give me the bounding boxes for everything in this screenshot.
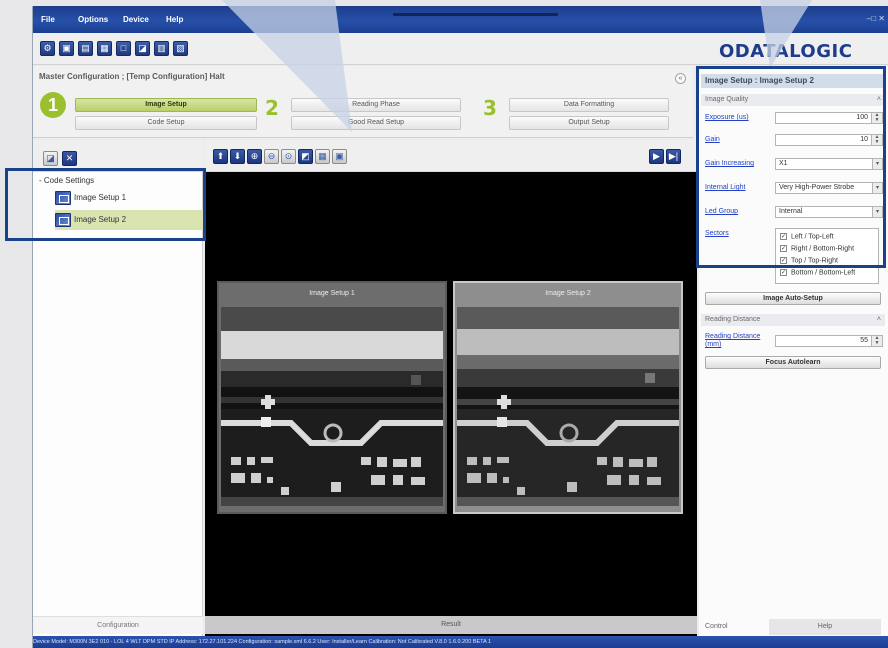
reading-distance-section[interactable]: Reading Distance ˄	[701, 314, 885, 326]
result-tab[interactable]: Result	[205, 616, 697, 634]
tab-control[interactable]: Control	[705, 619, 765, 635]
acquired-image	[457, 307, 679, 506]
config-icon[interactable]: ▦	[97, 41, 112, 56]
tree-callout-frame	[5, 168, 206, 241]
menu-device[interactable]: Device	[123, 15, 149, 24]
section-label: Reading Distance	[705, 316, 761, 323]
menu-options[interactable]: Options	[78, 15, 108, 24]
step-forward-icon[interactable]: ▶|	[666, 149, 681, 164]
image-viewer: ⬆ ⬇ ⊕ ⊖ ⊙ ◩ ▦ ▣ ▶ ▶| Image Setup 1 Image…	[205, 140, 697, 636]
menu-bar: File Options Device Help –□ ✕	[33, 6, 888, 33]
statistics-icon[interactable]: ▧	[173, 41, 188, 56]
reading-phase-button[interactable]: Reading Phase	[291, 98, 461, 112]
save-icon[interactable]: ▣	[59, 41, 74, 56]
tab-help[interactable]: Help	[769, 619, 881, 635]
datalogic-logo: ODATALOGIC	[719, 41, 853, 62]
menu-help[interactable]: Help	[166, 15, 183, 24]
arrow-up-icon[interactable]: ⬆	[213, 149, 228, 164]
status-bar: Device Model: M300N 3E2 010 - LOL 4 WLT …	[33, 636, 888, 648]
code-setup-button[interactable]: Code Setup	[75, 116, 257, 130]
step-3-indicator: 3	[483, 96, 497, 120]
menu-file[interactable]: File	[41, 15, 55, 24]
image-panel-title: Image Setup 2	[545, 290, 591, 297]
image-panel-1[interactable]: Image Setup 1	[217, 281, 447, 514]
reading-distance-label[interactable]: Reading Distance (mm)	[705, 333, 767, 349]
window-controls[interactable]: –□ ✕	[867, 14, 885, 23]
title-notch	[393, 13, 558, 16]
play-icon[interactable]: ▶	[649, 149, 664, 164]
image-panel-2[interactable]: Image Setup 2	[453, 281, 683, 514]
add-icon[interactable]: ◪	[43, 151, 58, 166]
chevron-up-icon: ˄	[876, 316, 881, 323]
collapse-icon[interactable]: «	[675, 73, 686, 84]
focus-autolearn-button[interactable]: Focus Autolearn	[705, 356, 881, 369]
image-icon[interactable]: ◪	[135, 41, 150, 56]
monitor-icon[interactable]: ▥	[154, 41, 169, 56]
reading-distance-value: 55	[860, 337, 868, 344]
acquired-image	[221, 307, 443, 506]
output-setup-button[interactable]: Output Setup	[509, 116, 669, 130]
reading-distance-stepper[interactable]: 55 ▲ ▼	[775, 335, 883, 347]
spin-arrows-icon[interactable]: ▲ ▼	[871, 336, 882, 346]
good-read-setup-button[interactable]: Good Read Setup	[291, 116, 461, 130]
checkbox-icon: ✓	[780, 269, 787, 276]
wizard-bar: Master Configuration ; [Temp Configurati…	[33, 66, 693, 138]
connect-icon[interactable]: ⚙	[40, 41, 55, 56]
zoom-out-icon[interactable]: ⊖	[264, 149, 279, 164]
load-icon[interactable]: ▤	[78, 41, 93, 56]
wizard-title: Master Configuration ; [Temp Configurati…	[39, 72, 225, 81]
viewer-toolbar: ⬆ ⬇ ⊕ ⊖ ⊙ ◩ ▦ ▣ ▶ ▶|	[205, 140, 697, 172]
delete-icon[interactable]: ✕	[62, 151, 77, 166]
data-formatting-button[interactable]: Data Formatting	[509, 98, 669, 112]
properties-callout-frame	[696, 66, 886, 268]
step-1-indicator: 1	[40, 92, 66, 118]
step-2-indicator: 2	[265, 96, 279, 120]
image-setup-button[interactable]: Image Setup	[75, 98, 257, 112]
image-view-icon[interactable]: ◩	[298, 149, 313, 164]
image-panel-title: Image Setup 1	[309, 290, 355, 297]
frame-icon[interactable]: ▣	[332, 149, 347, 164]
image-auto-setup-button[interactable]: Image Auto-Setup	[705, 292, 881, 305]
grid-icon[interactable]: ▦	[315, 149, 330, 164]
sector-checkbox[interactable]: ✓ Bottom / Bottom-Left	[780, 269, 855, 276]
sector-label: Bottom / Bottom-Left	[791, 269, 856, 277]
arrow-down-icon[interactable]: ⬇	[230, 149, 245, 164]
configuration-tab[interactable]: Configuration	[33, 616, 203, 634]
device-icon[interactable]: □	[116, 41, 131, 56]
zoom-fit-icon[interactable]: ⊙	[281, 149, 296, 164]
zoom-in-icon[interactable]: ⊕	[247, 149, 262, 164]
main-toolbar: ⚙ ▣ ▤ ▦ □ ◪ ▥ ▧ ODATALOGIC	[33, 33, 888, 65]
